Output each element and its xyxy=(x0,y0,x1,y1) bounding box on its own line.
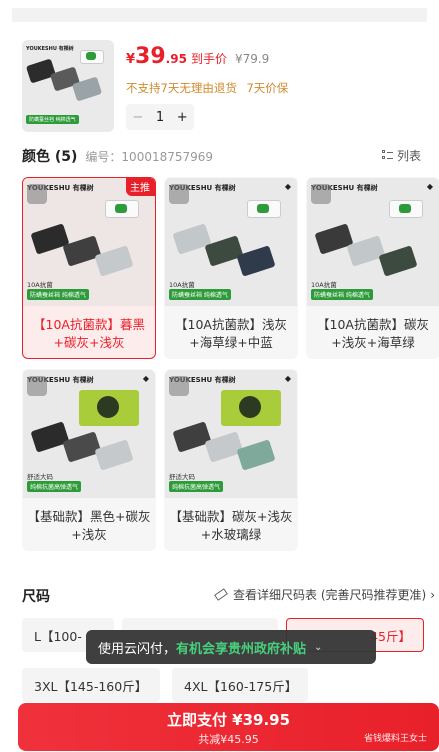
color-option-image: YOUKESHU 有棵树 ◆ 10A抗菌 防螨蚕丝裆 纯棉透气 xyxy=(165,178,297,306)
card-pack-green xyxy=(378,245,418,277)
card-box-green xyxy=(115,204,127,213)
card-box-lime-dots xyxy=(97,396,119,418)
card-box-green xyxy=(399,204,411,213)
plus-button[interactable]: + xyxy=(177,110,188,125)
thumb-box-green xyxy=(86,52,96,60)
color-option-4[interactable]: YOUKESHU 有棵树 ◆ 舒适大码 纯棉抗菌高弹透气 【基础款】黑色+碳灰+… xyxy=(22,369,156,551)
policy-price-protect: 7天价保 xyxy=(246,81,289,95)
color-option-label: 【基础款】黑色+碳灰+浅灰 xyxy=(27,509,151,542)
chevron-right-icon: › xyxy=(430,587,435,602)
size-chart-link[interactable]: 查看详细尺码表 (完善尺码推荐更准) › xyxy=(214,586,435,603)
card-line1: 10A抗菌 xyxy=(169,281,195,289)
color-section-header: 颜色 (5) 编号：100018757969 列表 xyxy=(22,147,429,165)
size-chart-label: 查看详细尺码表 (完善尺码推荐更准) xyxy=(233,588,427,602)
toast-prefix: 使用云闪付， xyxy=(98,641,177,657)
zoom-icon[interactable] xyxy=(169,184,189,204)
policy-row: 不支持7天无理由退货 7天价保 xyxy=(126,80,288,96)
card-tag: 防螨蚕丝裆 纯棉透气 xyxy=(311,289,373,300)
color-option-label: 【基础款】碳灰+浅灰+水玻璃绿 xyxy=(169,509,293,542)
unionpay-subsidy-toast[interactable]: 使用云闪付， 有机会享贵州政府补贴 ⌄ xyxy=(86,630,376,664)
list-view-toggle[interactable]: 列表 xyxy=(381,147,421,164)
card-tag: 防螨蚕丝裆 纯棉透气 xyxy=(27,289,89,300)
thumb-tag: 防螨蚕丝裆 纯棉透气 xyxy=(26,115,79,124)
card-tag: 纯棉抗菌高弹透气 xyxy=(27,481,82,492)
color-option-image: YOUKESHU 有棵树 10A抗菌 防螨蚕丝裆 纯棉透气 xyxy=(23,178,155,306)
zoom-icon[interactable] xyxy=(27,184,47,204)
ruler-icon xyxy=(214,588,228,601)
color-option-label: 【10A抗菌款】浅灰+海草绿+中蓝 xyxy=(175,317,287,350)
size-section-header: 尺码 查看详细尺码表 (完善尺码推荐更准) › xyxy=(22,586,435,606)
card-box-green xyxy=(257,204,269,213)
card-line1: 10A抗菌 xyxy=(311,281,337,289)
top-strip xyxy=(0,0,439,22)
color-option-1[interactable]: YOUKESHU 有棵树 10A抗菌 防螨蚕丝裆 纯棉透气 主推 【10A抗菌款… xyxy=(22,177,156,359)
price-symbol: ¥ xyxy=(126,52,136,67)
size-option-4xl[interactable]: 4XL【160-175斤】 xyxy=(172,668,308,702)
product-thumbnail[interactable]: YOUKESHU 有棵树 防螨蚕丝裆 纯棉透气 xyxy=(22,40,114,132)
size-option-3xl[interactable]: 3XL【145-160斤】 xyxy=(22,668,160,702)
list-icon xyxy=(381,150,393,161)
main-recommend-badge: 主推 xyxy=(126,178,155,196)
policy-no-return: 不支持7天无理由退货 xyxy=(126,81,237,95)
minus-button[interactable]: − xyxy=(132,110,143,125)
chevron-down-icon: ⌄ xyxy=(314,641,323,653)
brand-mark-icon: ◆ xyxy=(284,374,291,383)
zoom-icon[interactable] xyxy=(311,184,331,204)
card-box-lime-dots xyxy=(239,396,261,418)
color-option-label: 【10A抗菌款】碳灰+浅灰+海草绿 xyxy=(317,317,429,350)
brand-mark-icon: ◆ xyxy=(284,182,291,191)
card-pack-light xyxy=(94,439,134,471)
card-pack-light xyxy=(94,245,134,277)
color-option-image: YOUKESHU 有棵树 ◆ 舒适大码 纯棉抗菌高弹透气 xyxy=(165,370,297,498)
top-strip-bar xyxy=(12,8,427,22)
list-toggle-label: 列表 xyxy=(396,149,421,163)
brand-mark-icon: ◆ xyxy=(142,374,149,383)
card-pack-light xyxy=(204,431,244,463)
card-tag: 防螨蚕丝裆 纯棉透气 xyxy=(169,289,231,300)
card-tag: 纯棉抗菌高弹透气 xyxy=(169,481,224,492)
quantity-stepper[interactable]: − 1 + xyxy=(126,104,194,130)
toast-highlight: 有机会享贵州政府补贴 xyxy=(176,641,307,657)
pay-now-button[interactable]: 立即支付 ¥39.95 共减¥45.95 省钱爆料王女士 xyxy=(18,703,439,751)
price-row: ¥ 39 .95 到手价 ¥79.9 xyxy=(126,46,269,68)
thumb-brand: YOUKESHU 有棵树 xyxy=(26,46,74,52)
pay-now-label: 立即支付 ¥39.95 xyxy=(166,711,291,729)
brand-mark-icon: ◆ xyxy=(426,182,433,191)
zoom-icon[interactable] xyxy=(27,376,47,396)
watermark-text: 省钱爆料王女士 xyxy=(363,734,427,744)
price-integer: 39 xyxy=(135,44,166,69)
size-title: 尺码 xyxy=(22,589,50,605)
card-pack-glassgreen xyxy=(236,439,276,471)
color-option-image: YOUKESHU 有棵树 ◆ 10A抗菌 防螨蚕丝裆 纯棉透气 xyxy=(307,178,439,306)
color-option-5[interactable]: YOUKESHU 有棵树 ◆ 舒适大码 纯棉抗菌高弹透气 【基础款】碳灰+浅灰+… xyxy=(164,369,298,551)
quantity-value[interactable]: 1 xyxy=(156,110,164,125)
color-option-3[interactable]: YOUKESHU 有棵树 ◆ 10A抗菌 防螨蚕丝裆 纯棉透气 【10A抗菌款】… xyxy=(306,177,439,359)
color-title: 颜色 (5) xyxy=(22,149,78,165)
card-line1: 10A抗菌 xyxy=(27,281,53,289)
price-decimal: .95 xyxy=(165,52,187,66)
zoom-icon[interactable] xyxy=(169,376,189,396)
color-option-2[interactable]: YOUKESHU 有棵树 ◆ 10A抗菌 防螨蚕丝裆 纯棉透气 【10A抗菌款】… xyxy=(164,177,298,359)
color-option-label: 【10A抗菌款】暮黑+碳灰+浅灰 xyxy=(33,317,145,350)
original-price: ¥79.9 xyxy=(234,52,270,66)
color-option-image: YOUKESHU 有棵树 ◆ 舒适大码 纯棉抗菌高弹透气 xyxy=(23,370,155,498)
product-code: 编号：100018757969 xyxy=(85,149,214,164)
price-label: 到手价 xyxy=(190,52,227,66)
card-line1: 舒适大码 xyxy=(27,473,53,481)
card-line1: 舒适大码 xyxy=(169,473,195,481)
card-pack-blue xyxy=(236,245,276,277)
card-pack-gray xyxy=(62,431,102,463)
